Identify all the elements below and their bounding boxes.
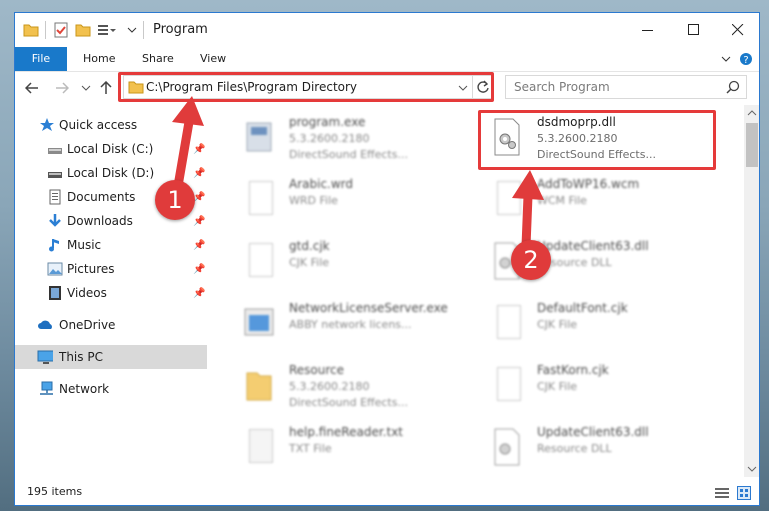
step-badge-2: 2 (511, 240, 551, 280)
step-badge-1: 1 (155, 180, 195, 220)
arrow-1 (173, 117, 194, 191)
arrow-1-head (172, 96, 204, 126)
arrow-2-head (512, 170, 544, 200)
annotation-arrows (172, 96, 544, 251)
arrow-2 (521, 191, 533, 251)
